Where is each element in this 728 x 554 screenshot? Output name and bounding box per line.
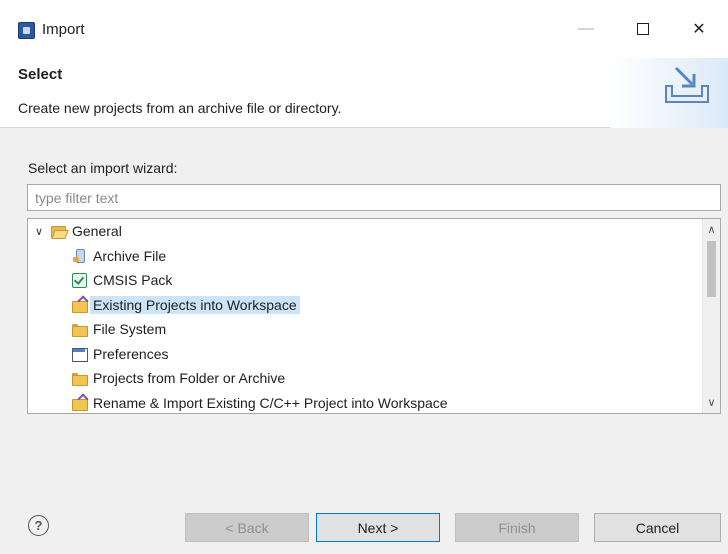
finish-button[interactable]: Finish — [455, 513, 579, 542]
tree-item-label: Preferences — [93, 346, 169, 362]
filter-input[interactable] — [27, 184, 721, 211]
tree-item-file-system[interactable]: File System — [71, 317, 169, 341]
tree-item-existing-projects[interactable]: Existing Projects into Workspace — [71, 293, 300, 317]
tree-item-label: Rename & Import Existing C/C++ Project i… — [93, 395, 448, 411]
maximize-icon — [637, 23, 649, 35]
tree-item-label: CMSIS Pack — [93, 272, 173, 288]
import-banner-icon — [665, 66, 709, 103]
tree-item-archive-file[interactable]: Archive File — [71, 244, 169, 268]
tree-item-preferences[interactable]: Preferences — [71, 342, 171, 366]
wizard-label: Select an import wizard: — [28, 160, 178, 176]
tree-item-label: Archive File — [93, 248, 167, 264]
scroll-down-icon[interactable]: ∨ — [703, 394, 720, 411]
tree-item-cmsis-pack[interactable]: CMSIS Pack — [71, 268, 175, 292]
maximize-button[interactable] — [620, 12, 666, 46]
vertical-scrollbar[interactable]: ∧ ∨ — [702, 219, 720, 413]
window-title: Import — [42, 21, 85, 38]
import-banner — [610, 58, 728, 128]
expand-toggle-icon[interactable]: ∨ — [32, 225, 46, 238]
minimize-button[interactable]: — — [563, 12, 609, 46]
back-button[interactable]: < Back — [185, 513, 309, 542]
import-folder-icon — [71, 297, 88, 313]
tree-group-general[interactable]: ∨ General — [32, 219, 125, 243]
title-bar: Import — ✕ — [0, 0, 728, 58]
scroll-thumb[interactable] — [707, 241, 716, 297]
wizard-tree[interactable]: ∨ General Archive File CMSIS Pack Existi… — [27, 218, 721, 414]
tree-item-label: Existing Projects into Workspace — [90, 296, 300, 314]
import-folder-icon — [71, 395, 88, 411]
wizard-header: Select Create new projects from an archi… — [0, 58, 728, 128]
tree-item-label: Projects from Folder or Archive — [93, 370, 286, 386]
folder-icon — [71, 370, 88, 386]
help-button[interactable]: ? — [28, 515, 49, 536]
page-description: Create new projects from an archive file… — [18, 100, 342, 116]
folder-open-icon — [50, 223, 66, 239]
next-button[interactable]: Next > — [316, 513, 440, 542]
tree-group-label: General — [72, 223, 122, 239]
tree-item-label: File System — [93, 321, 167, 337]
archive-icon — [71, 248, 87, 264]
page-title: Select — [18, 66, 63, 83]
tree-item-projects-from-folder[interactable]: Projects from Folder or Archive — [71, 366, 288, 390]
tree-item-rename-import[interactable]: Rename & Import Existing C/C++ Project i… — [71, 391, 451, 413]
scroll-up-icon[interactable]: ∧ — [703, 221, 720, 238]
checkbox-icon — [71, 272, 87, 288]
folder-icon — [71, 321, 88, 337]
app-icon — [18, 22, 35, 39]
close-button[interactable]: ✕ — [676, 12, 722, 46]
cancel-button[interactable]: Cancel — [594, 513, 721, 542]
preferences-icon — [71, 346, 88, 362]
